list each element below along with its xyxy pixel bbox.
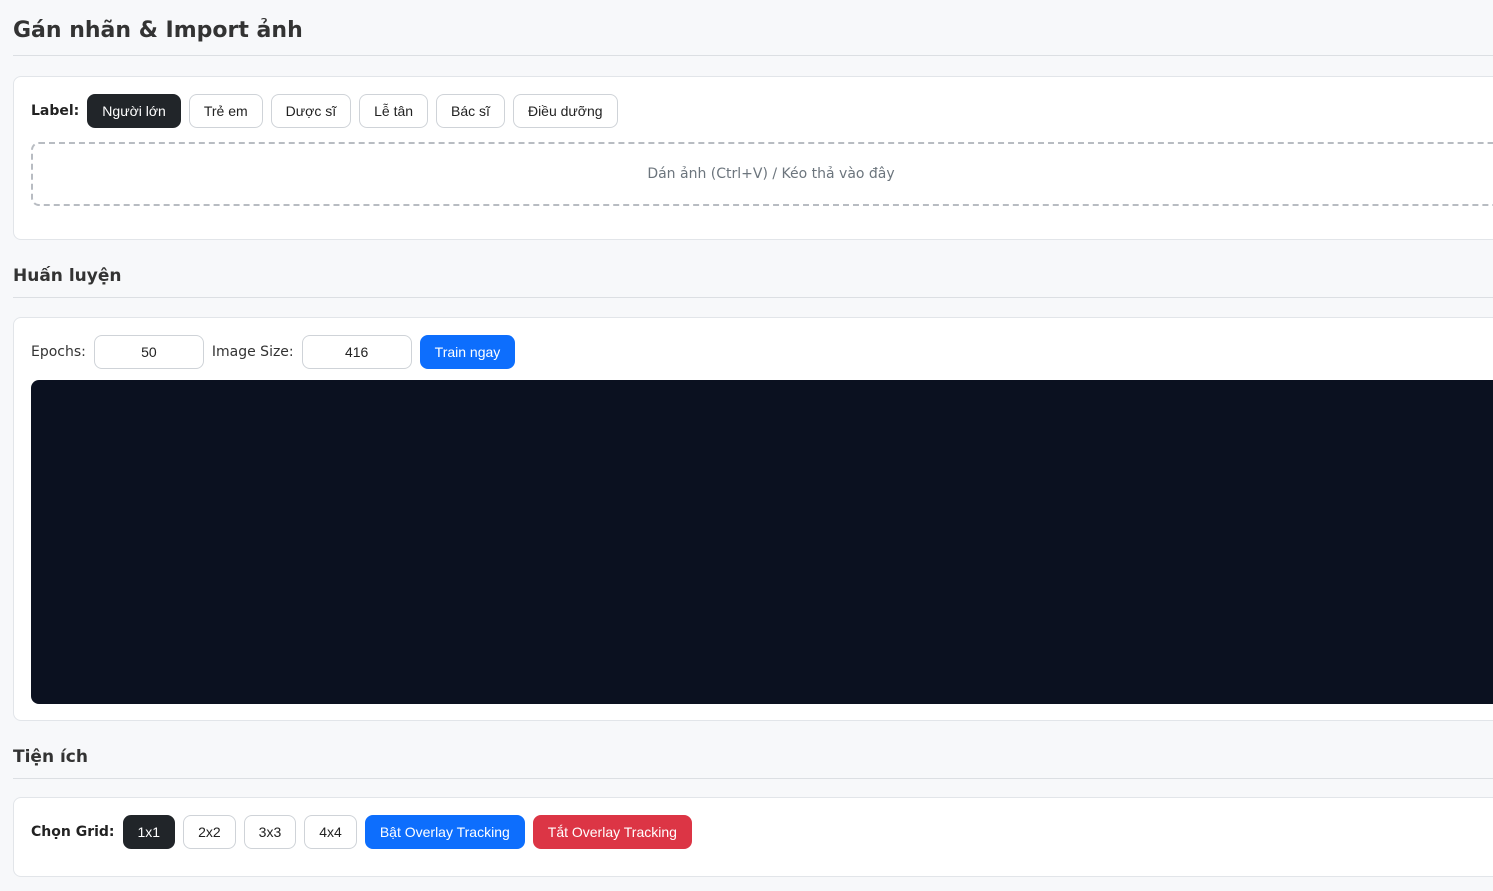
train-section-title: Huấn luyện	[13, 266, 122, 286]
overlay-off-button[interactable]: Tắt Overlay Tracking	[532, 815, 692, 849]
divider	[13, 55, 1493, 56]
train-controls: Epochs: Image Size: Train ngay	[31, 335, 523, 369]
grid-controls: Chọn Grid: 1x1 2x2 3x3 4x4 Bật Overlay T…	[31, 815, 700, 849]
grid-button-2x2[interactable]: 2x2	[183, 815, 236, 849]
train-button[interactable]: Train ngay	[419, 335, 516, 369]
train-card: Epochs: Image Size: Train ngay	[13, 317, 1493, 721]
grid-button-1x1[interactable]: 1x1	[122, 815, 176, 849]
label-button-nguoi-lon[interactable]: Người lớn	[87, 94, 181, 128]
label-button-bac-si[interactable]: Bác sĩ	[436, 94, 505, 128]
utils-section-title: Tiện ích	[13, 747, 88, 767]
image-size-input[interactable]	[301, 335, 412, 369]
label-button-duoc-si[interactable]: Dược sĩ	[270, 94, 352, 128]
epochs-input[interactable]	[93, 335, 204, 369]
import-card: Label: Người lớn Trẻ em Dược sĩ Lễ tân B…	[13, 76, 1493, 240]
label-button-tre-em[interactable]: Trẻ em	[188, 94, 263, 128]
label-prefix: Label:	[31, 103, 80, 119]
page: Gán nhãn & Import ảnh Label: Người lớn T…	[0, 0, 1493, 891]
grid-button-4x4[interactable]: 4x4	[304, 815, 357, 849]
utils-card: Chọn Grid: 1x1 2x2 3x3 4x4 Bật Overlay T…	[13, 797, 1493, 877]
grid-button-3x3[interactable]: 3x3	[243, 815, 297, 849]
label-button-dieu-duong[interactable]: Điều dưỡng	[512, 94, 618, 128]
page-title: Gán nhãn & Import ảnh	[13, 18, 303, 43]
image-size-label: Image Size:	[211, 344, 294, 360]
label-button-le-tan[interactable]: Lễ tân	[359, 94, 429, 128]
epochs-label: Epochs:	[31, 344, 86, 360]
label-selector: Label: Người lớn Trẻ em Dược sĩ Lễ tân B…	[31, 94, 626, 128]
image-dropzone[interactable]: Dán ảnh (Ctrl+V) / Kéo thả vào đây	[31, 142, 1493, 206]
overlay-on-button[interactable]: Bật Overlay Tracking	[364, 815, 525, 849]
grid-label: Chọn Grid:	[31, 824, 115, 840]
training-log-console	[31, 380, 1493, 704]
divider	[13, 297, 1493, 298]
dropzone-text: Dán ảnh (Ctrl+V) / Kéo thả vào đây	[647, 166, 895, 182]
divider	[13, 778, 1493, 779]
